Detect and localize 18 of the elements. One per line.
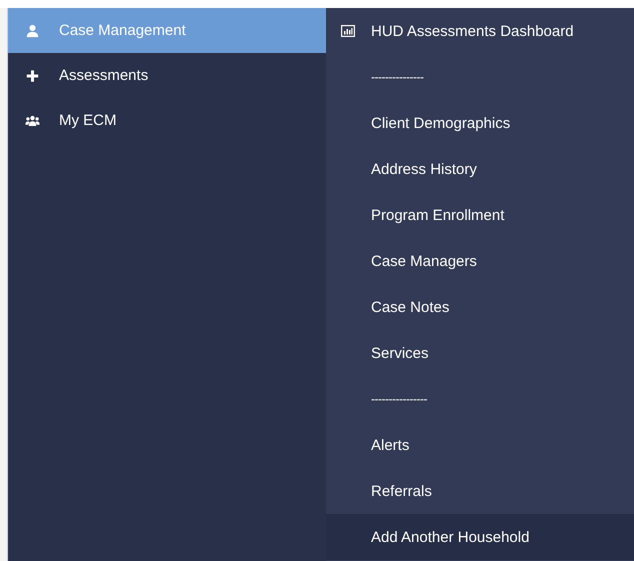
person-icon bbox=[25, 24, 40, 38]
submenu-item[interactable]: Case Managers bbox=[326, 238, 634, 284]
bar-chart-icon bbox=[341, 25, 355, 37]
submenu-item[interactable]: HUD Assessments Dashboard bbox=[326, 8, 634, 54]
group-icon bbox=[25, 114, 40, 128]
submenu-item[interactable]: Alerts bbox=[326, 422, 634, 468]
submenu-item[interactable]: Client Demographics bbox=[326, 100, 634, 146]
submenu-item[interactable]: Add Another Household bbox=[326, 514, 634, 560]
divider-text: --------------- bbox=[371, 70, 424, 84]
submenu-item[interactable]: Case Notes bbox=[326, 284, 634, 330]
submenu-item[interactable]: Address History bbox=[326, 146, 634, 192]
sidebar-item[interactable]: My ECM bbox=[8, 98, 326, 143]
divider-text: ---------------- bbox=[371, 392, 427, 406]
submenu-item[interactable]: Services bbox=[326, 330, 634, 376]
plus-icon bbox=[25, 68, 40, 82]
submenu-item[interactable]: Program Enrollment bbox=[326, 192, 634, 238]
sidebar-item[interactable]: Assessments bbox=[8, 53, 326, 98]
submenu-item[interactable]: Referrals bbox=[326, 468, 634, 514]
